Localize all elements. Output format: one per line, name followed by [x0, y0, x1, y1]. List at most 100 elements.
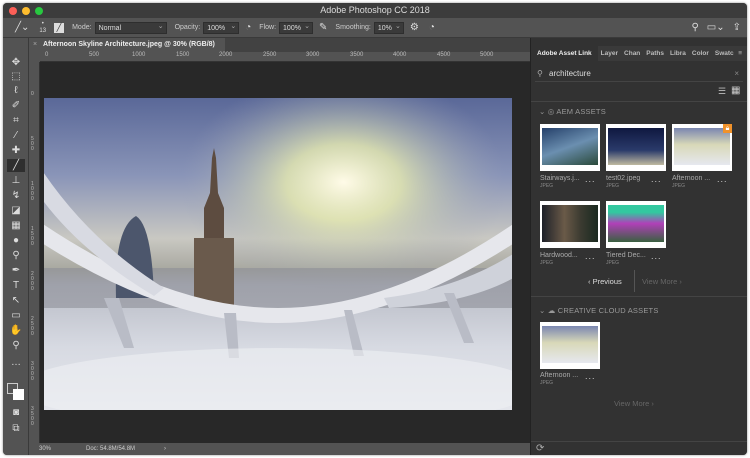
pressure-opacity-icon[interactable]: ◔	[245, 22, 251, 33]
screen-mode-icon[interactable]: ⧉	[7, 422, 25, 435]
refresh-icon[interactable]: ⟳	[536, 443, 544, 454]
aem-assets-header[interactable]: ⌄ ◎ AEM ASSETS	[539, 107, 606, 116]
asset-more-button[interactable]: ...	[651, 251, 662, 261]
ruler-label: 3000	[306, 52, 320, 58]
search-icon: ⚲	[537, 69, 543, 78]
tab-channels[interactable]: Chan	[621, 46, 643, 61]
tab-layers[interactable]: Layer	[598, 46, 621, 61]
quick-select-tool[interactable]: ✐	[7, 99, 25, 112]
minimize-window-button[interactable]	[22, 7, 30, 15]
asset-more-button[interactable]: ...	[651, 174, 662, 184]
asset-thumbnail[interactable]: 🔒︎	[672, 124, 732, 171]
history-brush-tool[interactable]: ↯	[7, 189, 25, 202]
asset-more-button[interactable]: ...	[585, 174, 596, 184]
zoom-level[interactable]: 30%	[39, 443, 51, 455]
healing-brush-tool[interactable]: ✚	[7, 144, 25, 157]
view-more-label: View More	[614, 399, 650, 408]
opacity-input[interactable]: 100%	[203, 21, 240, 34]
panel-footer: ⟳	[531, 441, 747, 455]
ruler-label: 0	[45, 52, 49, 58]
tab-adobe-asset-link[interactable]: Adobe Asset Link	[531, 46, 598, 61]
asset-thumbnail[interactable]	[540, 201, 600, 248]
tab-libraries[interactable]: Libra	[667, 46, 689, 61]
document-tab[interactable]: × Afternoon Skyline Architecture.jpeg @ …	[29, 38, 225, 52]
asset-more-button[interactable]: ...	[585, 251, 596, 261]
search-icon[interactable]: ⚲	[691, 22, 698, 33]
tab-swatches[interactable]: Swatc	[712, 46, 737, 61]
close-tab-icon[interactable]: ×	[33, 38, 37, 52]
pen-tool[interactable]: ✒	[7, 264, 25, 277]
close-window-button[interactable]	[9, 7, 17, 15]
flow-input[interactable]: 100%	[279, 21, 314, 34]
path-select-tool[interactable]: ↖	[7, 294, 25, 307]
workspace-icon[interactable]: ▭⌄	[707, 22, 725, 33]
panel-tabs: Adobe Asset Link Layer Chan Paths Libra …	[531, 46, 747, 61]
brush-tool[interactable]: ╱	[7, 159, 25, 172]
ruler-label: 3000	[31, 361, 34, 382]
document-tabs: × Afternoon Skyline Architecture.jpeg @ …	[29, 38, 530, 52]
brush-size-picker[interactable]: • 13	[39, 21, 46, 35]
edit-toolbar-icon[interactable]: …	[7, 356, 25, 369]
lasso-tool[interactable]: ℓ	[7, 84, 25, 97]
asset-thumbnail[interactable]	[540, 124, 600, 171]
asset-search-input[interactable]: ⚲ architecture ×	[535, 66, 743, 82]
gradient-tool[interactable]: ▦	[7, 219, 25, 232]
share-icon[interactable]: ⇪	[733, 22, 741, 33]
move-tool[interactable]: ✥	[7, 56, 25, 69]
crop-tool[interactable]: ⌗	[7, 114, 25, 127]
quick-mask-icon[interactable]: ◙	[7, 406, 25, 419]
vertical-ruler: 0 500 1000 1500 2000 2500 3000 3500	[29, 62, 40, 443]
ruler-label: 5000	[480, 52, 494, 58]
dodge-tool[interactable]: ⚲	[7, 249, 25, 262]
asset-more-button[interactable]: ...	[585, 371, 596, 381]
grid-view-icon[interactable]: ▦	[731, 85, 740, 96]
tab-paths[interactable]: Paths	[643, 46, 667, 61]
asset-thumbnail[interactable]	[606, 124, 666, 171]
list-view-icon[interactable]: ☰	[718, 86, 726, 97]
blur-tool[interactable]: ●	[7, 234, 25, 247]
asset-more-button[interactable]: ...	[717, 174, 728, 184]
brush-panel-icon[interactable]: ╱	[54, 22, 65, 33]
clear-search-icon[interactable]: ×	[734, 66, 739, 82]
document-tab-title: Afternoon Skyline Architecture.jpeg @ 30…	[43, 41, 215, 48]
view-more-button[interactable]: View More ›	[642, 277, 682, 286]
canvas-area[interactable]	[40, 62, 530, 443]
ruler-label: 2500	[263, 52, 277, 58]
ruler-label: 3500	[350, 52, 364, 58]
background-color-swatch[interactable]	[13, 389, 24, 400]
status-bar: 30% Doc: 54.8M/54.8M ›	[29, 443, 530, 455]
hand-tool[interactable]: ✋	[7, 324, 25, 337]
cc-view-more-button[interactable]: View More ›	[614, 399, 654, 408]
maximize-window-button[interactable]	[35, 7, 43, 15]
status-menu-arrow[interactable]: ›	[164, 443, 166, 455]
ruler-label: 4500	[437, 52, 451, 58]
view-more-label: View More	[642, 277, 678, 286]
airbrush-icon[interactable]: ✎	[319, 22, 327, 33]
eyedropper-tool[interactable]: ⁄	[7, 129, 25, 142]
rectangle-tool[interactable]: ▭	[7, 309, 25, 322]
cc-assets-header[interactable]: ⌄ ☁ CREATIVE CLOUD ASSETS	[539, 306, 659, 315]
mode-select[interactable]: Normal	[94, 21, 167, 34]
ruler-label: 4000	[393, 52, 407, 58]
divider	[531, 296, 747, 297]
previous-button[interactable]: ‹ Previous	[588, 277, 622, 286]
type-tool[interactable]: T	[7, 279, 25, 292]
asset-thumbnail[interactable]	[606, 201, 666, 248]
document-image[interactable]	[44, 98, 512, 410]
marquee-tool[interactable]: ⬚	[7, 70, 25, 83]
window-title: Adobe Photoshop CC 2018	[320, 5, 430, 15]
tab-color[interactable]: Color	[689, 46, 712, 61]
cc-assets-title: CREATIVE CLOUD ASSETS	[557, 306, 659, 315]
ruler-label: 500	[31, 136, 34, 152]
brush-tool-preset-icon[interactable]: ╱⌄	[15, 22, 29, 33]
zoom-tool[interactable]: ⚲	[7, 339, 25, 352]
panel-menu-icon[interactable]: ≡	[738, 50, 742, 57]
eraser-tool[interactable]: ◪	[7, 204, 25, 217]
options-bar: ╱⌄ •13 ╱ Mode: Normal Opacity: 100% ◔ Fl…	[3, 18, 747, 38]
smoothing-input[interactable]: 10%	[373, 21, 404, 34]
stamp-tool[interactable]: ⊥	[7, 174, 25, 187]
asset-thumbnail[interactable]	[540, 322, 600, 369]
ruler-label: 1500	[176, 52, 190, 58]
gear-icon[interactable]: ⚙	[410, 22, 419, 33]
pressure-size-icon[interactable]: ◔	[429, 22, 435, 33]
